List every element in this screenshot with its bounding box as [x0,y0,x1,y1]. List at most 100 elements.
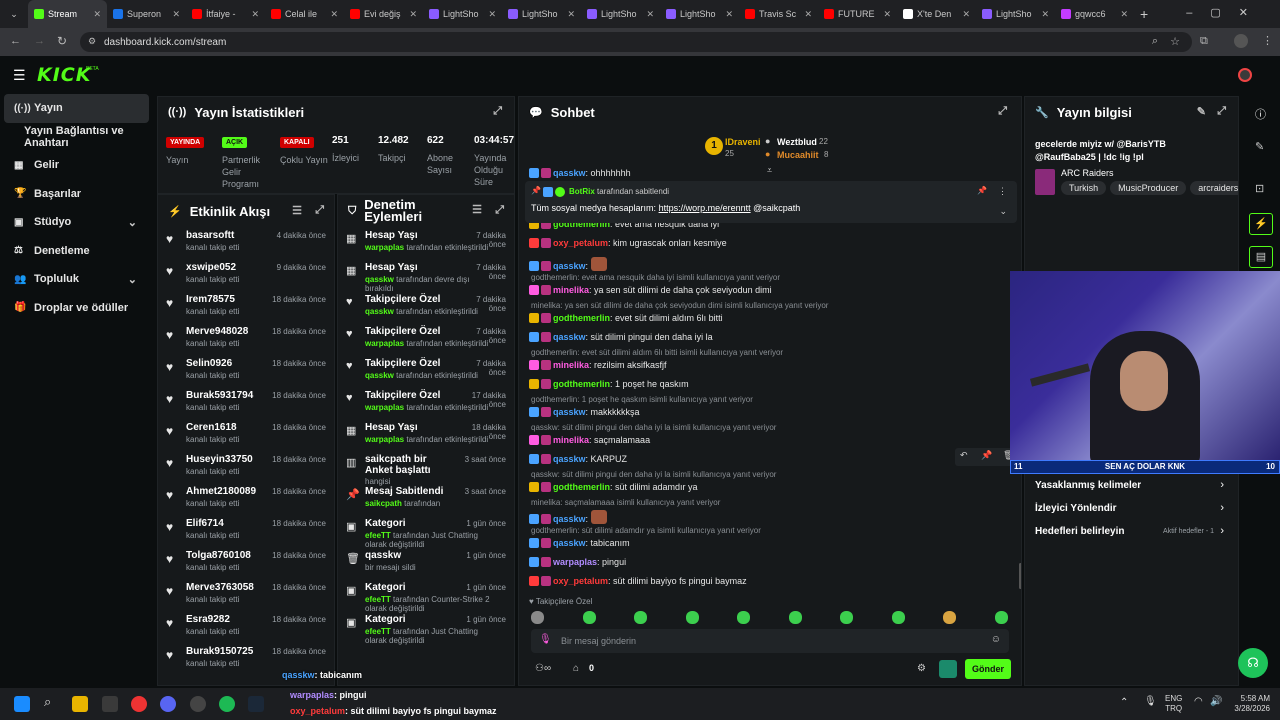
sidebar-item[interactable]: ((·)) Yayın [4,94,149,123]
sidebar-item[interactable]: 👥 Topluluk ⌄ [0,265,155,294]
send-button[interactable]: Gönder [965,659,1011,679]
popout-icon[interactable]: ⤢ [493,105,502,118]
chat-settings-icon[interactable]: ⚙ [917,663,926,674]
category-thumbnail[interactable] [1035,169,1055,195]
chevron-right-icon[interactable]: › [1220,525,1224,537]
browser-tab[interactable]: gqwcc6 ✕ [1055,0,1134,28]
moderation-user[interactable]: efeeTT [365,627,391,636]
browser-tab[interactable]: LightSho ✕ [502,0,581,28]
focus-icon[interactable]: ⊡ [1255,182,1264,195]
chat-username[interactable]: qasskw [553,454,586,464]
tab-close-icon[interactable]: ✕ [804,9,812,20]
activity-user[interactable]: Tolga8760108 [186,550,251,561]
activity-row[interactable]: ♥ Merve3763058 kanalı takip etti 18 dakika … [158,579,334,611]
chat-username[interactable]: qasskw [553,168,586,178]
forward-icon[interactable]: → [34,35,45,47]
browser-tab[interactable]: Evi değiş ✕ [344,0,423,28]
store-icon[interactable] [102,696,118,712]
chevron-down-icon[interactable]: ⌄ [128,216,137,229]
edit-icon[interactable]: ✎ [1197,105,1206,118]
chat-username[interactable]: godthemerlin [553,482,610,492]
moderation-user[interactable]: efeeTT [365,595,391,604]
popout-icon[interactable]: ⤢ [1217,105,1226,118]
chat-username[interactable]: warpaplas [553,557,597,567]
chat-message[interactable]: qasskw: [529,257,607,271]
moderation-user[interactable]: qasskw [365,307,394,316]
chevron-right-icon[interactable]: › [1220,502,1224,514]
lightning-icon[interactable]: ⚡ [1249,213,1273,235]
chat-message[interactable]: warpaplas: pingui [529,557,626,567]
pinned-link[interactable]: https://worp.me/erenntt [659,203,751,213]
activity-row[interactable]: ♥ Elif6714 kanalı takip etti 18 dakika önce [158,515,334,547]
pinned-more-icon[interactable]: ⋮ [998,186,1007,197]
browser-tab[interactable]: LightSho ✕ [976,0,1055,28]
activity-user[interactable]: Burak9150725 [186,646,253,657]
windows-start-icon[interactable] [14,696,30,712]
pencil-icon[interactable]: ✎ [1255,140,1264,153]
chat-scrollbar[interactable] [1019,563,1021,589]
browser-tab[interactable]: X'te Den ✕ [897,0,976,28]
moderation-user[interactable]: warpaplas [365,403,404,412]
mic-icon[interactable]: 🎙 [539,634,552,645]
chat-username[interactable]: minelika [553,360,589,370]
activity-row[interactable]: ♥ Esra9282 kanalı takip etti 18 dakika önce [158,611,334,643]
activity-row[interactable]: ♥ basarsoftt kanalı takip etti 4 dakika önc… [158,227,334,259]
activity-user[interactable]: Esra9282 [186,614,230,625]
chat-username[interactable]: qasskw [553,261,586,271]
kick-logo[interactable]: KICK [37,64,91,86]
chevron-right-icon[interactable]: › [1220,479,1224,491]
chat-message[interactable]: minelika: ya sen süt dilimi de daha çok … [529,285,772,295]
moderation-row[interactable]: ▣ Kategori efeeTT tarafından Counter-Strik… [338,579,514,613]
moderation-row[interactable]: ▣ Kategori efeeTT tarafından Just Chatting… [338,611,514,645]
tag-chip[interactable]: Turkish [1061,181,1107,195]
settings-link[interactable]: Hedefleri belirleyin [1035,526,1124,537]
url-field[interactable]: ⚙ dashboard.kick.com/stream ⌕ ☆ [80,32,1192,52]
hamburger-menu-icon[interactable]: ☰ [13,67,26,84]
volume-icon[interactable]: 🔊 [1210,696,1222,707]
chat-username[interactable]: godthemerlin [553,379,610,389]
pinned-by-user[interactable]: BotRix [569,187,595,196]
category-name[interactable]: ARC Raiders [1061,168,1114,178]
chat-username[interactable]: minelika [553,435,589,445]
chat-username[interactable]: qasskw [553,407,586,417]
app-icon[interactable] [190,696,206,712]
tab-close-icon[interactable]: ✕ [646,9,654,20]
emote-button[interactable] [788,611,802,624]
moderation-row[interactable]: ▥ saikcpath bir Anket başlattı hangisi 3 sa… [338,451,514,486]
chat-message[interactable]: minelika: saçmalamaaa [529,435,650,445]
tab-close-icon[interactable]: ✕ [330,9,338,20]
activity-row[interactable]: ♥ Ceren1618 kanalı takip etti 18 dakika önc… [158,419,334,451]
chat-username[interactable]: oxy_petalum [553,576,608,586]
chat-username[interactable]: minelika [553,285,589,295]
extensions-icon[interactable]: ⧉ [1200,35,1208,48]
chat-message[interactable]: qasskw: [529,510,607,524]
reload-icon[interactable]: ↻ [57,34,67,48]
sidebar-item[interactable]: ▦ Gelir [0,151,155,180]
wifi-icon[interactable]: ◠ [1194,696,1203,707]
window-controls[interactable]: –▢✕ [1186,6,1266,19]
chat-message[interactable]: qasskw: KARPUZ [529,454,627,464]
sidebar-item[interactable]: 🏆 Başarılar [0,180,155,209]
chat-username[interactable]: godthemerlin [553,313,610,323]
moderation-row[interactable]: ▣ Kategori efeeTT tarafından Just Chatting… [338,515,514,549]
activity-user[interactable]: xswipe052 [186,262,236,273]
browser-tab[interactable]: LightSho ✕ [660,0,739,28]
moderation-row[interactable]: 🗑 qasskw bir mesajı sildi 1 gün önce [338,547,514,579]
tab-close-icon[interactable]: ✕ [1041,9,1049,20]
sidebar-item[interactable]: Yayın Bağlantısı ve Anahtarı [0,123,155,152]
moderation-row[interactable]: ▦ Hesap Yaşı qasskw tarafından devre dışı … [338,259,514,293]
chat-username[interactable]: qasskw [553,514,586,524]
activity-user[interactable]: Elif6714 [186,518,224,529]
site-info-icon[interactable]: ⚙ [88,36,96,47]
tab-search-icon[interactable]: ⌄ [0,0,28,28]
activity-row[interactable]: ♥ Burak5931794 kanalı takip etti 18 dakika … [158,387,334,419]
browser-tab[interactable]: Stream ✕ [28,0,107,28]
tab-close-icon[interactable]: ✕ [93,9,101,20]
activity-row[interactable]: ♥ Tolga8760108 kanalı takip etti 18 dakika … [158,547,334,579]
points-icon[interactable]: ⚇∞ [535,663,551,674]
activity-row[interactable]: ♥ xswipe052 kanalı takip etti 9 dakika önce [158,259,334,291]
activity-row[interactable]: ♥ Selin0926 kanalı takip etti 18 dakika önc… [158,355,334,387]
activity-user[interactable]: Ceren1618 [186,422,237,433]
tab-close-icon[interactable]: ✕ [251,9,259,20]
tab-close-icon[interactable]: ✕ [725,9,733,20]
